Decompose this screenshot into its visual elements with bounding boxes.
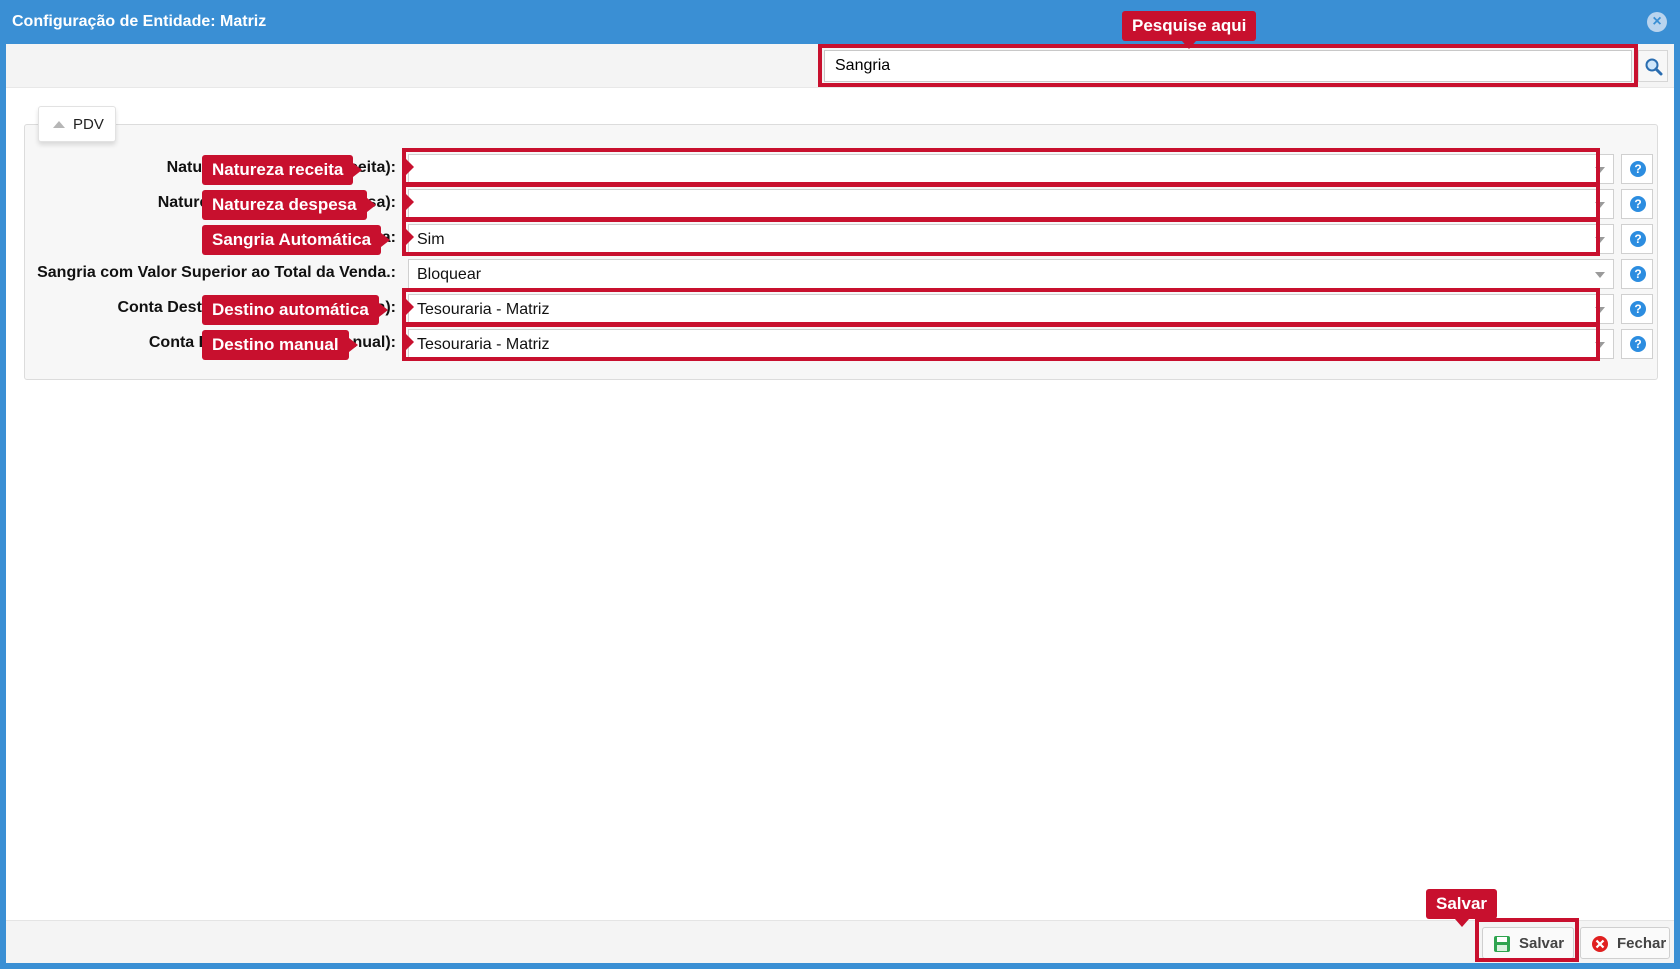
config-dialog: Configuração de Entidade: Matriz × PDV N…: [0, 0, 1680, 969]
help-button[interactable]: ?: [1621, 259, 1653, 289]
combo-value: Sim: [417, 231, 445, 248]
combo-value: Bloquear: [417, 266, 482, 283]
section-label: PDV: [73, 116, 104, 133]
callout-text: Pesquise aqui: [1132, 16, 1247, 35]
help-icon: ?: [1630, 196, 1646, 212]
help-button[interactable]: ?: [1621, 294, 1653, 324]
callout-natureza-despesa: Natureza despesa: [202, 190, 376, 220]
conta-destino-manual-combo[interactable]: Tesouraria - Matriz: [408, 329, 1614, 359]
callout-salvar: Salvar: [1426, 889, 1498, 927]
callout-destino-automatica: Destino automática: [202, 295, 388, 325]
close-label: Fechar: [1617, 935, 1667, 952]
field-label-sangria-valor-superior: Sangria com Valor Superior ao Total da V…: [37, 264, 396, 281]
floppy-disk-icon: [1494, 936, 1510, 952]
sangria-valor-superior-combo[interactable]: Bloquear: [408, 259, 1614, 289]
close-button[interactable]: Fechar: [1580, 927, 1670, 959]
close-icon[interactable]: ×: [1647, 12, 1667, 32]
natureza-receita-combo[interactable]: [408, 154, 1614, 184]
help-button[interactable]: ?: [1621, 189, 1653, 219]
collapse-arrow-icon: [53, 121, 65, 128]
help-icon: ?: [1630, 231, 1646, 247]
natureza-despesa-combo[interactable]: [408, 189, 1614, 219]
callout-sangria-automatica: Sangria Automática: [202, 225, 391, 255]
callout-text: Destino manual: [212, 335, 339, 354]
chevron-down-icon[interactable]: [1595, 237, 1605, 243]
search-input[interactable]: [824, 50, 1632, 82]
section-toggle-pdv[interactable]: PDV: [38, 106, 116, 142]
combo-value: Tesouraria - Matriz: [417, 301, 550, 318]
titlebar: Configuração de Entidade: Matriz ×: [0, 0, 1680, 44]
callout-text: Natureza despesa: [212, 195, 357, 214]
help-button[interactable]: ?: [1621, 154, 1653, 184]
search-icon: [1645, 58, 1663, 76]
help-icon: ?: [1630, 161, 1646, 177]
help-button[interactable]: ?: [1621, 329, 1653, 359]
chevron-down-icon[interactable]: [1595, 167, 1605, 173]
dialog-title: Configuração de Entidade: Matriz: [12, 13, 267, 30]
search-bar: [6, 44, 1674, 88]
dialog-content: PDV Natureza Financeira (Receita): ? Nat…: [6, 44, 1674, 963]
callout-text: Destino automática: [212, 300, 369, 319]
footer-bar: Salvar Fechar: [6, 920, 1674, 963]
combo-value: Tesouraria - Matriz: [417, 336, 550, 353]
chevron-down-icon[interactable]: [1595, 272, 1605, 278]
callout-text: Salvar: [1436, 894, 1488, 913]
callout-text: Sangria Automática: [212, 230, 372, 249]
search-button[interactable]: [1638, 50, 1668, 82]
chevron-down-icon[interactable]: [1595, 202, 1605, 208]
save-button[interactable]: Salvar: [1482, 927, 1574, 959]
chevron-down-icon[interactable]: [1595, 342, 1605, 348]
conta-destino-automatica-combo[interactable]: Tesouraria - Matriz: [408, 294, 1614, 324]
close-circle-icon: [1592, 936, 1608, 952]
help-icon: ?: [1630, 266, 1646, 282]
callout-natureza-receita: Natureza receita: [202, 155, 363, 185]
help-icon: ?: [1630, 336, 1646, 352]
callout-pesquise-aqui: Pesquise aqui: [1122, 11, 1257, 49]
save-label: Salvar: [1519, 935, 1565, 952]
help-icon: ?: [1630, 301, 1646, 317]
chevron-down-icon[interactable]: [1595, 307, 1605, 313]
callout-destino-manual: Destino manual: [202, 330, 358, 360]
sangria-automatica-combo[interactable]: Sim: [408, 224, 1614, 254]
callout-text: Natureza receita: [212, 160, 344, 179]
help-button[interactable]: ?: [1621, 224, 1653, 254]
